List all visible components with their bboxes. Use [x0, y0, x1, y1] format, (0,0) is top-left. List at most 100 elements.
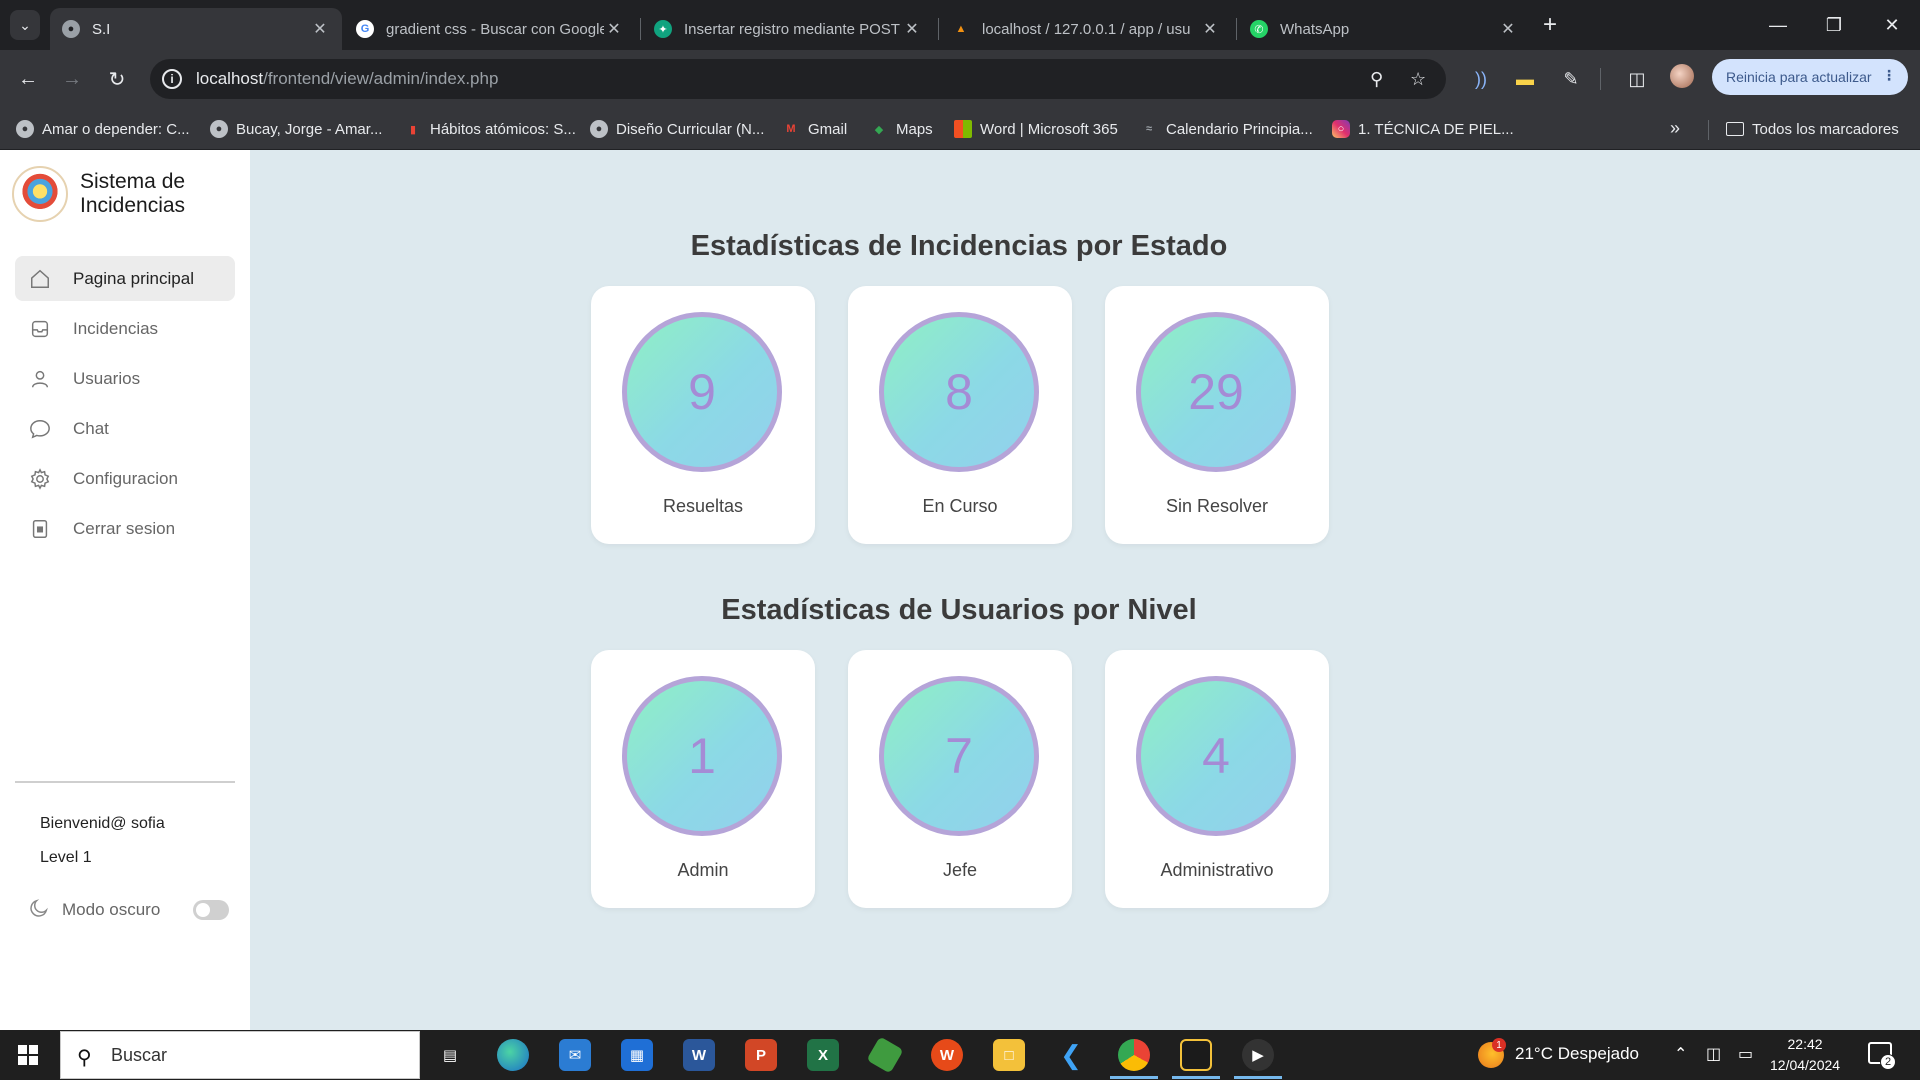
tray-chevron-icon[interactable]: ⌃	[1674, 1044, 1687, 1064]
bookmark-maps[interactable]: ◆ Maps	[870, 108, 933, 150]
sticky-notes-icon[interactable]	[1180, 1039, 1212, 1071]
tab-title: S.I	[92, 20, 111, 38]
edge-icon[interactable]	[497, 1039, 529, 1071]
sidebar-item-label: Pagina principal	[73, 268, 194, 288]
more-menu-icon[interactable]: ⋮	[1882, 67, 1896, 84]
tab-whatsapp[interactable]: ✆ WhatsApp ✕	[1238, 8, 1530, 50]
bookmark-item[interactable]: ● Bucay, Jorge - Amar...	[210, 108, 382, 150]
sidebar-item-configuracion[interactable]: Configuracion	[15, 456, 235, 501]
clock[interactable]: 22:42 12/04/2024	[1770, 1034, 1840, 1076]
stat-card-admin: 1 Admin	[591, 650, 815, 908]
stat-value: 1	[688, 728, 716, 784]
update-button[interactable]: Reinicia para actualizar ⋮	[1712, 59, 1908, 95]
file-explorer-icon[interactable]: □	[993, 1039, 1025, 1071]
stat-value: 9	[688, 364, 716, 420]
sidebar-item-cerrar-sesion[interactable]: Cerrar sesion	[15, 506, 235, 551]
globe-icon: ●	[62, 20, 80, 38]
reload-icon[interactable]: ↻	[100, 62, 134, 96]
bookmark-label: Hábitos atómicos: S...	[430, 120, 576, 138]
extension-bar-icon[interactable]: ▬	[1510, 64, 1540, 94]
bookmark-item[interactable]: ● Diseño Curricular (N...	[590, 108, 764, 150]
stat-circle: 8	[879, 312, 1039, 472]
excel-icon[interactable]: X	[807, 1039, 839, 1071]
toggle-knob	[196, 903, 210, 917]
close-icon[interactable]: ✕	[604, 19, 624, 39]
close-icon[interactable]: ✕	[902, 19, 922, 39]
tab-phpmyadmin[interactable]: ▲ localhost / 127.0.0.1 / app / usu ✕	[940, 8, 1232, 50]
window-close-icon[interactable]: ✕	[1864, 0, 1920, 50]
word-icon[interactable]: W	[683, 1039, 715, 1071]
profile-avatar[interactable]	[1670, 64, 1694, 88]
sidebar-item-pagina-principal[interactable]: Pagina principal	[15, 256, 235, 301]
back-icon[interactable]: ←	[11, 62, 45, 96]
folder-icon	[1726, 122, 1744, 136]
new-tab-icon[interactable]: +	[1543, 12, 1557, 38]
close-icon[interactable]: ✕	[1498, 19, 1518, 39]
network-icon[interactable]: ◫	[1706, 1044, 1721, 1064]
bookmark-item[interactable]: ● Amar o depender: C...	[16, 108, 190, 150]
address-bar[interactable]: i localhost/frontend/view/admin/index.ph…	[150, 59, 1446, 99]
sidebar-item-usuarios[interactable]: Usuarios	[15, 356, 235, 401]
bookmarks-overflow-icon[interactable]: »	[1670, 118, 1680, 139]
chrome-icon[interactable]	[1118, 1039, 1150, 1071]
weather-text[interactable]: 21°C Despejado	[1515, 1044, 1639, 1064]
sidebar-nav: Pagina principal Incidencias Usuarios Ch…	[15, 256, 235, 556]
bookmark-word[interactable]: Word | Microsoft 365	[954, 108, 1118, 150]
extension-wave-icon[interactable]: ))	[1466, 64, 1496, 94]
sidebar-item-label: Configuracion	[73, 468, 178, 488]
whatsapp-icon: ✆	[1250, 20, 1268, 38]
sidebar-item-label: Usuarios	[73, 368, 141, 388]
taskbar: ⚲ Buscar ▤ ✉ ▦ W P X W □ ❮ ▶ 1 21°C Desp…	[0, 1030, 1920, 1080]
extensions-puzzle-icon[interactable]: ✎	[1556, 64, 1586, 94]
bookmark-label: Word | Microsoft 365	[980, 120, 1118, 138]
tab-google-search[interactable]: G gradient css - Buscar con Google ✕	[344, 8, 636, 50]
stat-card-en-curso: 8 En Curso	[848, 286, 1072, 544]
task-view-icon[interactable]: ▤	[434, 1039, 466, 1071]
globe-icon: ●	[210, 120, 228, 138]
close-icon[interactable]: ✕	[310, 19, 330, 39]
side-panel-icon[interactable]: ◫	[1622, 64, 1652, 94]
forward-icon[interactable]: →	[55, 62, 89, 96]
sidebar-item-chat[interactable]: Chat	[15, 406, 235, 451]
gear-icon	[27, 467, 53, 490]
close-icon[interactable]: ✕	[1200, 19, 1220, 39]
sidebar-item-incidencias[interactable]: Incidencias	[15, 306, 235, 351]
tab-chatgpt[interactable]: ✦ Insertar registro mediante POST ✕	[642, 8, 934, 50]
tab-search-icon[interactable]: ⌄	[10, 10, 40, 40]
mail-icon[interactable]: ✉	[559, 1039, 591, 1071]
windows-start-icon[interactable]	[18, 1045, 38, 1065]
all-bookmarks[interactable]: Todos los marcadores	[1726, 108, 1899, 150]
bookmark-item[interactable]: ▮ Hábitos atómicos: S...	[404, 108, 576, 150]
url-text: localhost/frontend/view/admin/index.php	[196, 69, 499, 88]
bookmark-label: Bucay, Jorge - Amar...	[236, 120, 383, 138]
tab-title: WhatsApp	[1280, 20, 1350, 38]
nodejs-icon[interactable]	[866, 1036, 904, 1074]
bookmark-instagram[interactable]: ○ 1. TÉCNICA DE PIEL...	[1332, 108, 1514, 150]
bookmark-star-icon[interactable]: ☆	[1410, 69, 1426, 90]
media-player-icon[interactable]: ▶	[1242, 1039, 1274, 1071]
restore-icon[interactable]: ❐	[1806, 0, 1862, 50]
minimize-icon[interactable]: —	[1750, 0, 1806, 50]
battery-icon[interactable]: ▭	[1738, 1044, 1753, 1064]
vscode-icon[interactable]: ❮	[1055, 1039, 1087, 1071]
tab-title: Insertar registro mediante POST	[684, 20, 900, 38]
user-icon	[27, 368, 53, 390]
powerpoint-icon[interactable]: P	[745, 1039, 777, 1071]
wps-icon[interactable]: W	[931, 1039, 963, 1071]
dark-mode-toggle[interactable]	[193, 900, 229, 920]
globe-icon: ●	[16, 120, 34, 138]
taskbar-search[interactable]: ⚲ Buscar	[60, 1031, 420, 1079]
home-icon	[27, 268, 53, 290]
tab-si[interactable]: ● S.I ✕	[50, 8, 342, 50]
zoom-icon[interactable]: ⚲	[1370, 69, 1383, 90]
bookmark-gmail[interactable]: M Gmail	[782, 108, 847, 150]
maps-icon: ◆	[874, 123, 884, 136]
store-icon[interactable]: ▦	[621, 1039, 653, 1071]
stat-label: En Curso	[922, 496, 998, 516]
dark-mode-row: Modo oscuro	[28, 896, 229, 924]
all-bookmarks-label: Todos los marcadores	[1752, 120, 1899, 138]
site-info-icon[interactable]: i	[162, 69, 182, 89]
bookmark-item[interactable]: ≈ Calendario Principia...	[1140, 108, 1313, 150]
microsoft-icon	[954, 120, 972, 138]
dark-mode-label: Modo oscuro	[62, 900, 161, 919]
